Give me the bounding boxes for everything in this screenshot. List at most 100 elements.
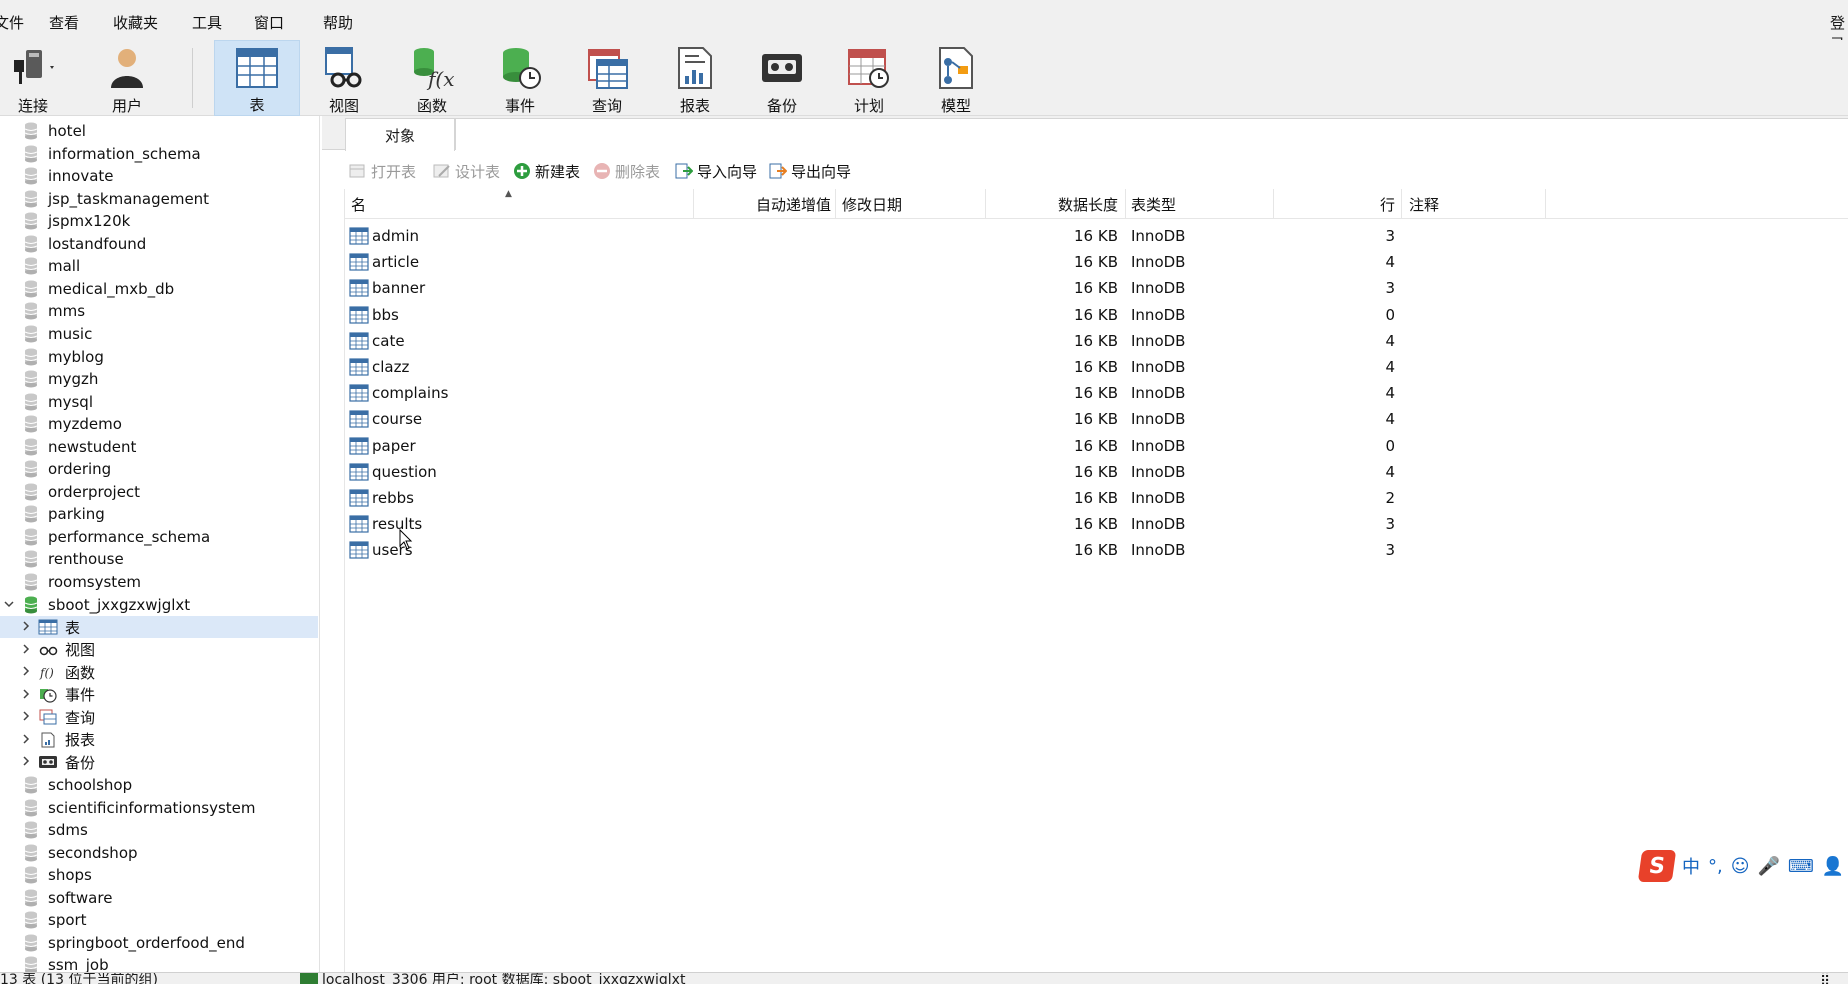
ime-voice-icon[interactable]: 🎤 xyxy=(1758,856,1780,877)
col-engine-header[interactable]: 表类型 xyxy=(1131,189,1221,219)
open-table-button[interactable]: 打开表 xyxy=(348,159,416,183)
tree-database-item[interactable]: orderproject xyxy=(0,481,318,503)
tree-node-function[interactable]: f() 函数 xyxy=(0,661,318,683)
menu-tools[interactable]: 工具 xyxy=(192,12,222,33)
tree-database-item[interactable]: myzdemo xyxy=(0,413,318,435)
chevron-down-icon[interactable] xyxy=(2,597,16,611)
tree-database-item[interactable]: lostandfound xyxy=(0,233,318,255)
menu-favorites[interactable]: 收藏夹 xyxy=(113,12,158,33)
chevron-right-icon[interactable] xyxy=(19,664,33,678)
toolbar-table-button[interactable]: 表 xyxy=(214,40,300,116)
tree-database-item[interactable]: springboot_orderfood_end xyxy=(0,932,318,954)
tree-database-item[interactable]: scientificinformationsystem xyxy=(0,797,318,819)
table-row[interactable]: paper 16 KB InnoDB 0 xyxy=(345,433,1848,459)
tree-database-item[interactable]: secondshop xyxy=(0,842,318,864)
tree-node-event[interactable]: 事件 xyxy=(0,684,318,706)
tree-database-item[interactable]: renthouse xyxy=(0,548,318,570)
tree-database-item[interactable]: newstudent xyxy=(0,436,318,458)
toolbar-user-button[interactable]: 用户 xyxy=(84,40,170,116)
tree-database-item[interactable]: roomsystem xyxy=(0,571,318,593)
tree-database-item[interactable]: information_schema xyxy=(0,143,318,165)
tree-node-report[interactable]: 报表 xyxy=(0,729,318,751)
toolbar-schedule-button[interactable]: 计划 xyxy=(826,40,912,116)
ime-user-icon[interactable]: 👤 xyxy=(1822,856,1844,877)
chevron-right-icon[interactable] xyxy=(19,687,33,701)
table-row[interactable]: complains 16 KB InnoDB 4 xyxy=(345,380,1848,406)
col-comment-header[interactable]: 注释 xyxy=(1409,189,1529,219)
grid-view-icon[interactable]: ⣿ xyxy=(1820,973,1830,984)
ime-keyboard-icon[interactable]: ⌨ xyxy=(1788,856,1814,877)
ime-emoji-icon[interactable]: ☺ xyxy=(1731,856,1750,877)
table-row[interactable]: clazz 16 KB InnoDB 4 xyxy=(345,354,1848,380)
tree-database-item[interactable]: mall xyxy=(0,255,318,277)
tree-database-item[interactable]: sboot_jxxgzxwjglxt xyxy=(0,594,318,616)
export-wizard-button[interactable]: 导出向导 xyxy=(768,159,851,183)
tree-node-view[interactable]: 视图 xyxy=(0,639,318,661)
col-auto-increment-header[interactable]: 自动递增值 xyxy=(695,189,831,219)
tree-database-item[interactable]: sport xyxy=(0,909,318,931)
toolbar-function-button[interactable]: f(x) 函数 xyxy=(389,40,475,116)
chevron-right-icon[interactable] xyxy=(19,732,33,746)
ime-chinese-mode[interactable]: 中 xyxy=(1682,853,1700,879)
tree-node-backup[interactable]: 备份 xyxy=(0,751,318,773)
tree-database-item[interactable]: innovate xyxy=(0,165,318,187)
tree-database-item[interactable]: ordering xyxy=(0,458,318,480)
table-row[interactable]: cate 16 KB InnoDB 4 xyxy=(345,328,1848,354)
table-row[interactable]: banner 16 KB InnoDB 3 xyxy=(345,275,1848,301)
menu-view[interactable]: 查看 xyxy=(49,12,79,33)
col-name-header[interactable]: 名 xyxy=(351,189,611,219)
table-row[interactable]: results 16 KB InnoDB 3 xyxy=(345,511,1848,537)
table-row[interactable]: bbs 16 KB InnoDB 0 xyxy=(345,302,1848,328)
tree-node-query[interactable]: 查询 xyxy=(0,706,318,728)
chevron-right-icon[interactable] xyxy=(19,754,33,768)
menu-file[interactable]: 文件 xyxy=(0,12,24,33)
col-rows-header[interactable]: 行 xyxy=(1275,189,1395,219)
toolbar-backup-button[interactable]: 备份 xyxy=(739,40,825,116)
toolbar-report-button[interactable]: 报表 xyxy=(652,40,738,116)
menu-help[interactable]: 帮助 xyxy=(323,12,353,33)
tree-database-item[interactable]: shops xyxy=(0,864,318,886)
view-icon xyxy=(320,44,368,92)
table-row[interactable]: rebbs 16 KB InnoDB 2 xyxy=(345,485,1848,511)
tab-objects[interactable]: 对象 xyxy=(345,118,455,151)
menu-window[interactable]: 窗口 xyxy=(254,12,284,33)
tree-node-table[interactable]: 表 xyxy=(0,616,318,639)
tree-database-item[interactable]: mysql xyxy=(0,391,318,413)
tree-database-item[interactable]: jspmx120k xyxy=(0,210,318,232)
tree-database-item[interactable]: myblog xyxy=(0,346,318,368)
tree-database-item[interactable]: jsp_taskmanagement xyxy=(0,188,318,210)
tree-database-item[interactable]: hotel xyxy=(0,120,318,142)
ime-punctuation-icon[interactable]: °, xyxy=(1708,856,1723,877)
toolbar-query-button[interactable]: 查询 xyxy=(564,40,650,116)
database-icon xyxy=(24,821,38,839)
table-row[interactable]: question 16 KB InnoDB 4 xyxy=(345,459,1848,485)
table-row[interactable]: users 16 KB InnoDB 3 xyxy=(345,537,1848,563)
tree-database-item[interactable]: parking xyxy=(0,503,318,525)
table-row[interactable]: course 16 KB InnoDB 4 xyxy=(345,406,1848,432)
tree-database-item[interactable]: schoolshop xyxy=(0,774,318,796)
tree-database-item[interactable]: sdms xyxy=(0,819,318,841)
design-table-button[interactable]: 设计表 xyxy=(432,159,500,183)
sogou-logo-icon[interactable]: S xyxy=(1637,850,1677,882)
chevron-right-icon[interactable] xyxy=(19,642,33,656)
toolbar-view-button[interactable]: 视图 xyxy=(301,40,387,116)
tree-database-item[interactable]: mms xyxy=(0,300,318,322)
new-table-button[interactable]: 新建表 xyxy=(512,159,580,183)
tree-database-item[interactable]: medical_mxb_db xyxy=(0,278,318,300)
col-modified-header[interactable]: 修改日期 xyxy=(842,189,982,219)
tree-database-item[interactable]: ssm_job xyxy=(0,954,318,972)
toolbar-connect-button[interactable]: 连接 xyxy=(0,40,66,116)
delete-table-button[interactable]: 删除表 xyxy=(592,159,660,183)
tree-database-item[interactable]: software xyxy=(0,887,318,909)
tree-database-item[interactable]: performance_schema xyxy=(0,526,318,548)
tree-database-item[interactable]: mygzh xyxy=(0,368,318,390)
chevron-right-icon[interactable] xyxy=(19,619,33,633)
table-row[interactable]: article 16 KB InnoDB 4 xyxy=(345,249,1848,275)
table-row[interactable]: admin 16 KB InnoDB 3 xyxy=(345,223,1848,249)
col-data-length-header[interactable]: 数据长度 xyxy=(990,189,1118,219)
toolbar-event-button[interactable]: 事件 xyxy=(477,40,563,116)
tree-database-item[interactable]: music xyxy=(0,323,318,345)
import-wizard-button[interactable]: 导入向导 xyxy=(674,159,757,183)
chevron-right-icon[interactable] xyxy=(19,709,33,723)
toolbar-model-button[interactable]: 模型 xyxy=(913,40,999,116)
